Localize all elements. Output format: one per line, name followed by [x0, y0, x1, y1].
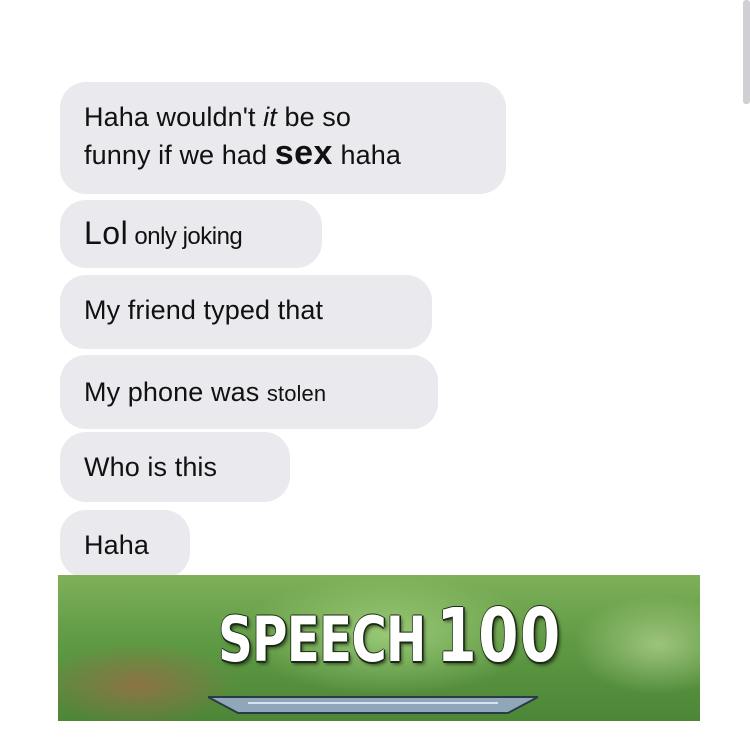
message-1-line-1: Haha wouldn't it be so: [84, 99, 506, 135]
message-text: only joking: [128, 223, 243, 250]
message-text: My friend typed that: [84, 295, 324, 325]
message-text: Lol: [84, 215, 129, 251]
message-text: sex: [274, 134, 333, 172]
message-bubble-3: My friend typed that: [60, 275, 432, 349]
message-text: be so: [276, 102, 352, 132]
message-thread: Haha wouldn't it be so funny if we had s…: [0, 0, 750, 578]
message-bubble-4: My phone was stolen: [60, 355, 438, 429]
banner-title: SPEECH 100: [218, 593, 562, 679]
message-text: My phone was: [84, 377, 267, 407]
skill-level-up-banner: SPEECH 100: [58, 575, 700, 721]
message-text: Haha: [84, 530, 149, 560]
message-text: it: [263, 102, 277, 132]
message-bubble-1: Haha wouldn't it be so funny if we had s…: [60, 82, 506, 194]
message-bubble-5: Who is this: [60, 432, 290, 502]
banner-ornament: [208, 696, 538, 714]
message-text: Who is this: [84, 452, 218, 482]
message-text: funny if we had: [84, 140, 275, 170]
message-text: stolen: [266, 381, 327, 406]
message-text: haha: [332, 140, 402, 170]
skill-level: 100: [436, 593, 562, 679]
message-text: Haha wouldn't: [84, 102, 264, 132]
message-1-line-2: funny if we had sex haha: [84, 135, 506, 173]
message-bubble-2: Lol only joking: [60, 200, 322, 268]
message-bubble-6: Haha: [60, 510, 190, 578]
skill-name: SPEECH: [218, 603, 426, 676]
